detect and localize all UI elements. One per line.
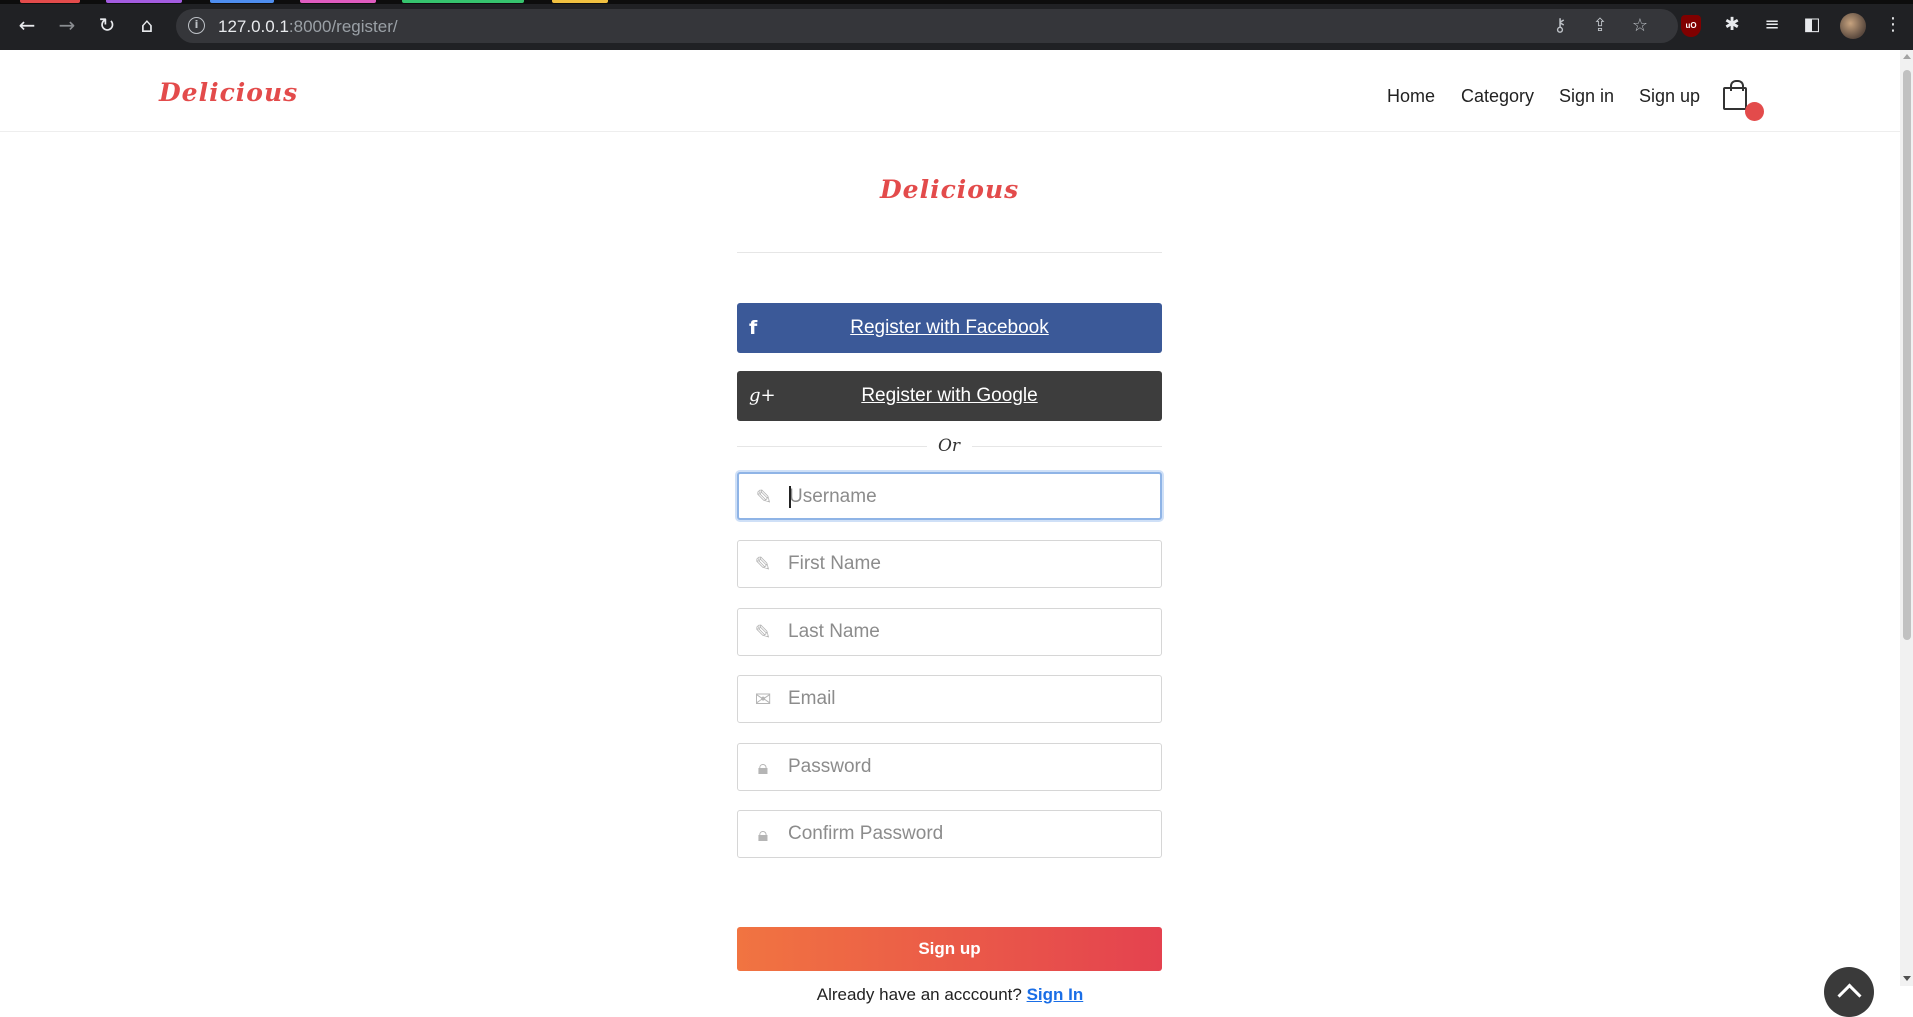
page-scrollbar[interactable] <box>1900 50 1913 986</box>
or-divider-right <box>972 446 1162 447</box>
register-facebook-button[interactable]: f Register with Facebook <box>737 303 1162 353</box>
form-logo: Delicious <box>880 175 1020 204</box>
text-caret <box>789 486 791 508</box>
tab-indicator[interactable] <box>106 0 182 3</box>
confirm-password-input[interactable] <box>788 811 1148 857</box>
tab-strip <box>0 0 1913 4</box>
back-icon[interactable]: ← <box>16 13 38 37</box>
star-icon[interactable]: ☆ <box>1629 15 1651 37</box>
username-field[interactable]: ✎ <box>737 472 1162 520</box>
address-bar[interactable]: i 127.0.0.1:8000/register/ ⚷ ⇪ ☆ <box>176 9 1678 43</box>
tab-indicator[interactable] <box>210 0 274 3</box>
browser-toolbar: ← → ↻ ⌂ i 127.0.0.1:8000/register/ ⚷ ⇪ ☆… <box>0 0 1913 50</box>
key-icon[interactable]: ⚷ <box>1549 15 1571 37</box>
last-name-input[interactable] <box>788 609 1148 655</box>
nav-home[interactable]: Home <box>1387 86 1435 107</box>
site-logo[interactable]: Delicious <box>159 78 298 107</box>
nav-sign-in[interactable]: Sign in <box>1559 86 1614 107</box>
ublock-extension-icon[interactable]: uO <box>1681 15 1701 37</box>
side-panel-icon[interactable]: ◧ <box>1801 14 1823 36</box>
tab-indicator[interactable] <box>20 0 80 3</box>
sign-up-submit-button[interactable]: Sign up <box>737 927 1162 971</box>
url-host: 127.0.0.1 <box>218 17 289 36</box>
forward-icon[interactable]: → <box>56 13 78 37</box>
or-separator: Or <box>938 436 961 456</box>
last-name-field[interactable]: ✎ <box>737 608 1162 656</box>
nav-category[interactable]: Category <box>1461 86 1534 107</box>
cart-badge <box>1745 102 1764 121</box>
reload-icon[interactable]: ↻ <box>96 13 118 37</box>
username-input[interactable] <box>789 474 1149 520</box>
google-button-label: Register with Google <box>861 385 1038 406</box>
confirm-password-field[interactable]: 🔒︎ <box>737 810 1162 858</box>
pencil-icon: ✎ <box>754 552 772 576</box>
divider <box>737 252 1162 253</box>
scroll-to-top-button[interactable] <box>1824 967 1874 1017</box>
lock-icon: 🔒︎ <box>757 755 769 779</box>
tab-indicator[interactable] <box>552 0 608 3</box>
google-plus-icon: g+ <box>749 385 776 406</box>
url-path: :8000/register/ <box>288 17 398 36</box>
email-input[interactable] <box>788 676 1148 722</box>
profile-avatar[interactable] <box>1840 13 1866 39</box>
home-icon[interactable]: ⌂ <box>136 13 158 37</box>
register-google-button[interactable]: g+ Register with Google <box>737 371 1162 421</box>
signin-prompt-row: Already have an acccount? Sign In <box>0 985 1900 1005</box>
first-name-field[interactable]: ✎ <box>737 540 1162 588</box>
shopping-bag-icon[interactable] <box>1723 80 1747 110</box>
or-divider-left <box>737 446 927 447</box>
scroll-up-arrow-icon[interactable] <box>1903 54 1911 59</box>
reading-list-icon[interactable]: ≡ <box>1761 14 1783 36</box>
first-name-input[interactable] <box>788 541 1148 587</box>
share-icon[interactable]: ⇪ <box>1589 15 1611 37</box>
nav-sign-up[interactable]: Sign up <box>1639 86 1700 107</box>
facebook-icon: f <box>749 317 758 339</box>
email-field[interactable]: ✉ <box>737 675 1162 723</box>
lock-icon: 🔒︎ <box>757 822 769 846</box>
url-text[interactable]: 127.0.0.1:8000/register/ <box>218 17 398 37</box>
page-content: Delicious Home Category Sign in Sign up … <box>0 50 1900 1017</box>
tab-indicator[interactable] <box>402 0 524 3</box>
site-header: Delicious Home Category Sign in Sign up <box>0 50 1900 132</box>
menu-kebab-icon[interactable]: ⋮ <box>1882 14 1904 36</box>
scroll-thumb[interactable] <box>1903 70 1911 640</box>
pencil-icon: ✎ <box>755 485 773 509</box>
password-field[interactable]: 🔒︎ <box>737 743 1162 791</box>
scroll-down-arrow-icon[interactable] <box>1903 976 1911 981</box>
sign-in-link[interactable]: Sign In <box>1027 985 1084 1004</box>
facebook-button-label: Register with Facebook <box>850 317 1049 338</box>
pencil-icon: ✎ <box>754 620 772 644</box>
tab-indicator[interactable] <box>300 0 376 3</box>
site-info-icon[interactable]: i <box>188 17 205 34</box>
signin-prompt-text: Already have an acccount? <box>816 985 1022 1004</box>
password-input[interactable] <box>788 744 1148 790</box>
extensions-puzzle-icon[interactable]: ✱ <box>1721 14 1743 36</box>
envelope-icon: ✉ <box>754 687 772 711</box>
